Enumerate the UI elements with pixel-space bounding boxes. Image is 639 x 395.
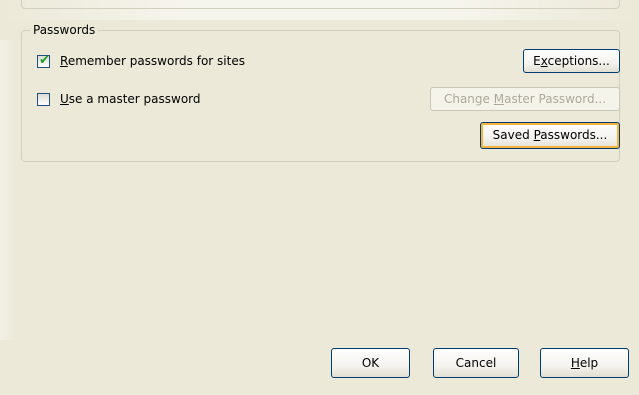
remember-passwords-label[interactable]: Remember passwords for sites [60,54,245,68]
master-password-checkbox[interactable] [37,92,50,106]
saved-passwords-button[interactable]: Saved Passwords... [480,122,620,149]
ok-button[interactable]: OK [331,348,410,378]
passwords-group-title: Passwords [30,22,99,38]
remember-passwords-row[interactable]: ✔ Remember passwords for sites [37,52,245,68]
change-master-password-button[interactable]: Change Master Password... [430,87,620,111]
cancel-button[interactable]: Cancel [433,348,519,378]
left-glare [0,40,18,340]
exceptions-button[interactable]: Exceptions... [523,49,620,73]
master-password-row[interactable]: Use a master password [37,92,201,106]
previous-groupbox [21,0,620,9]
master-password-label[interactable]: Use a master password [60,92,201,106]
help-button[interactable]: Help [540,348,629,378]
remember-passwords-checkbox[interactable]: ✔ [37,52,50,68]
checkmark-icon: ✔ [39,52,50,68]
